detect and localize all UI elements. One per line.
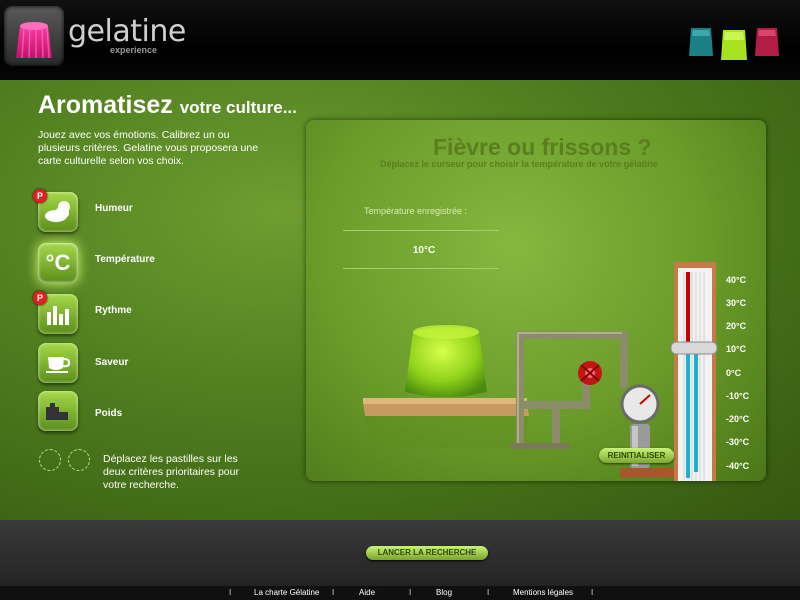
footer-link-blog[interactable]: Blog (436, 588, 452, 597)
criterion-label-temperature: Température (95, 254, 155, 265)
header: gelatine experience (0, 0, 800, 81)
divider (343, 230, 499, 231)
footer-separator: I (332, 588, 335, 597)
recorded-temperature-label: Température enregistrée : (364, 206, 468, 216)
footer: LANCER LA RECHERCHE I La charte Gélatine… (0, 520, 800, 600)
main-area: Aromatisez votre culture... Jouez avec v… (0, 80, 800, 520)
footer-link-aide[interactable]: Aide (359, 588, 375, 597)
temperature-panel: Fièvre ou frissons ? Déplacez le curseur… (306, 120, 766, 481)
recorded-temperature-value: 10°C (412, 245, 436, 256)
scale-tick: 0°C (726, 368, 742, 378)
priority-badge-humeur[interactable]: P (33, 189, 47, 203)
divider (343, 268, 499, 269)
launch-search-button[interactable]: LANCER LA RECHERCHE (366, 546, 488, 560)
scale-tick: 30°C (726, 298, 747, 308)
scale-tick: -20°C (726, 414, 750, 424)
priority-badge-rythme[interactable]: P (33, 291, 47, 305)
criterion-poids-button[interactable] (38, 391, 78, 431)
priority-slot-1[interactable] (39, 449, 61, 471)
footer-separator: I (487, 588, 490, 597)
scale-tick: 40°C (726, 275, 747, 285)
footer-link-charte[interactable]: La charte Gélatine (254, 588, 319, 597)
footer-nav: I La charte Gélatine I Aide I Blog I Men… (0, 586, 800, 600)
logo-text: gelatine (68, 14, 186, 49)
thermometer-icon[interactable] (670, 262, 720, 481)
logo-subtitle: experience (110, 45, 158, 55)
criterion-label-poids: Poids (95, 408, 123, 419)
scale-tick: -10°C (726, 391, 750, 401)
criterion-saveur-button[interactable] (38, 343, 78, 383)
weight-icon (46, 403, 68, 420)
reset-button[interactable]: REINITIALISER (599, 448, 674, 463)
hint-text: Déplacez les pastilles sur les deux crit… (103, 453, 239, 491)
page-title: Aromatisez votre culture... (38, 91, 297, 119)
scale-tick: 10°C (726, 344, 747, 354)
footer-separator: I (591, 588, 594, 597)
priority-slot-2[interactable] (68, 449, 90, 471)
criterion-label-rythme: Rythme (95, 305, 132, 316)
footer-separator: I (229, 588, 232, 597)
footer-separator: I (409, 588, 412, 597)
logo-badge[interactable] (4, 6, 64, 66)
panel-subtitle: Déplacez le curseur pour choisir la temp… (380, 159, 658, 169)
criterion-label-humeur: Humeur (95, 203, 133, 214)
teal-jar-icon[interactable] (688, 22, 714, 62)
green-jar-icon[interactable] (720, 22, 748, 68)
celsius-icon: °C (45, 250, 71, 275)
cup-icon (46, 357, 71, 373)
scale-tick: -40°C (726, 461, 750, 471)
panel-title: Fièvre ou frissons ? (433, 134, 652, 160)
intro-text: Jouez avec vos émotions. Calibrez un ou … (38, 129, 259, 167)
gelatine-logo-icon (16, 22, 52, 59)
criterion-temperature-button[interactable]: °C (38, 243, 78, 283)
footer-link-mentions[interactable]: Mentions légales (513, 588, 573, 597)
criterion-label-saveur: Saveur (95, 357, 129, 368)
pink-jar-icon[interactable] (754, 22, 780, 62)
scale-tick: 20°C (726, 321, 747, 331)
scale-tick: -30°C (726, 437, 750, 447)
